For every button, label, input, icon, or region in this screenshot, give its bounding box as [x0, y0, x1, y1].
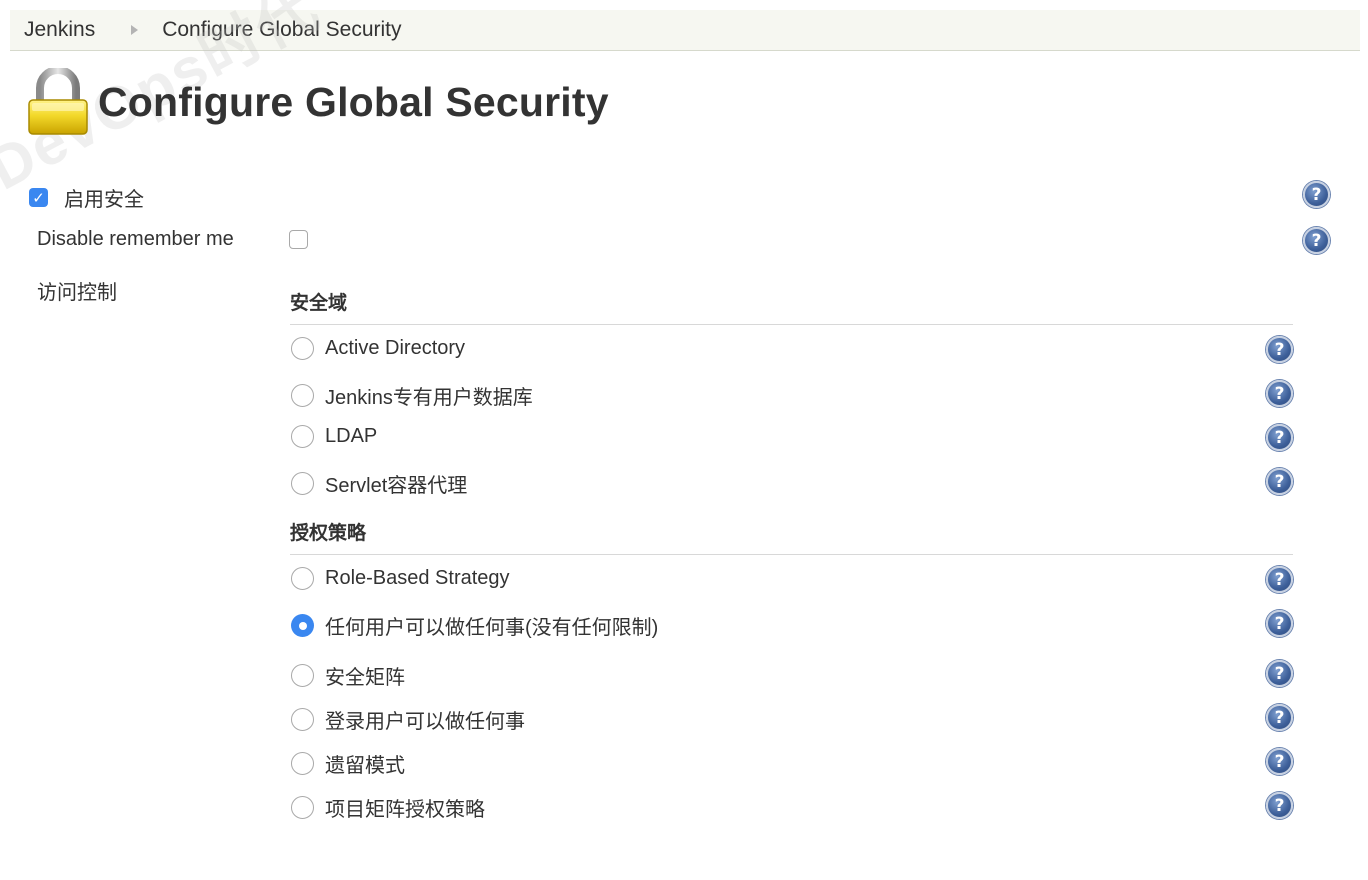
enable-security-checkbox[interactable]: ✓ [29, 188, 48, 207]
radio-button[interactable] [291, 472, 314, 495]
help-icon[interactable]: ? [1266, 704, 1293, 731]
option-label: Role-Based Strategy [325, 567, 510, 589]
option-label: Servlet容器代理 [325, 475, 468, 497]
auth-option-logged-in[interactable]: 登录用户可以做任何事 [291, 705, 525, 734]
auth-option-role-based[interactable]: Role-Based Strategy [291, 567, 510, 590]
help-icon[interactable]: ? [1266, 748, 1293, 775]
help-icon[interactable]: ? [1266, 610, 1293, 637]
access-control-row: 访问控制 [37, 276, 117, 305]
authorization-heading: 授权策略 [290, 518, 1293, 555]
radio-button[interactable] [291, 567, 314, 590]
radio-button[interactable] [291, 337, 314, 360]
page-title: Configure Global Security [98, 78, 609, 125]
auth-option-project-matrix[interactable]: 项目矩阵授权策略 [291, 793, 485, 822]
help-icon[interactable]: ? [1266, 424, 1293, 451]
auth-option-legacy[interactable]: 遗留模式 [291, 749, 405, 778]
help-icon[interactable]: ? [1266, 660, 1293, 687]
breadcrumb-separator-icon[interactable] [131, 25, 139, 35]
help-icon[interactable]: ? [1266, 380, 1293, 407]
disable-remember-me-label: Disable remember me [37, 228, 234, 250]
disable-remember-me-row: Disable remember me [37, 228, 234, 251]
option-label: 安全矩阵 [325, 667, 405, 689]
option-label: 遗留模式 [325, 755, 405, 777]
option-label: Active Directory [325, 337, 466, 359]
help-icon[interactable]: ? [1266, 336, 1293, 363]
radio-button[interactable] [291, 752, 314, 775]
enable-security-row: ✓ 启用安全 [29, 183, 144, 212]
lock-icon [28, 68, 88, 135]
breadcrumb-item-configure-global-security[interactable]: Configure Global Security [162, 18, 401, 42]
radio-button[interactable] [291, 708, 314, 731]
option-label: 项目矩阵授权策略 [325, 799, 485, 821]
option-label: 任何用户可以做任何事(没有任何限制) [325, 617, 659, 639]
radio-button-selected[interactable] [291, 614, 314, 637]
realm-option-active-directory[interactable]: Active Directory [291, 337, 465, 360]
breadcrumb: Jenkins Configure Global Security [10, 10, 1360, 51]
radio-button[interactable] [291, 796, 314, 819]
option-label: 登录用户可以做任何事 [325, 711, 525, 733]
auth-option-anyone-anything[interactable]: 任何用户可以做任何事(没有任何限制) [291, 611, 658, 640]
help-icon[interactable]: ? [1266, 468, 1293, 495]
help-icon[interactable]: ? [1266, 792, 1293, 819]
page-header: Configure Global Security [26, 68, 609, 136]
realm-option-servlet-container[interactable]: Servlet容器代理 [291, 469, 467, 498]
security-realm-heading: 安全域 [290, 288, 1293, 325]
disable-remember-me-checkbox[interactable] [289, 230, 308, 249]
realm-option-jenkins-user-db[interactable]: Jenkins专有用户数据库 [291, 381, 533, 410]
realm-option-ldap[interactable]: LDAP [291, 425, 377, 448]
auth-option-matrix[interactable]: 安全矩阵 [291, 661, 405, 690]
option-label: Jenkins专有用户数据库 [325, 387, 533, 409]
option-label: LDAP [325, 425, 378, 447]
help-icon[interactable]: ? [1303, 181, 1330, 208]
enable-security-label: 启用安全 [64, 189, 144, 211]
radio-button[interactable] [291, 425, 314, 448]
help-icon[interactable]: ? [1303, 227, 1330, 254]
help-icon[interactable]: ? [1266, 566, 1293, 593]
radio-button[interactable] [291, 384, 314, 407]
radio-button[interactable] [291, 664, 314, 687]
access-control-label: 访问控制 [37, 282, 117, 304]
breadcrumb-item-jenkins[interactable]: Jenkins [24, 18, 95, 42]
